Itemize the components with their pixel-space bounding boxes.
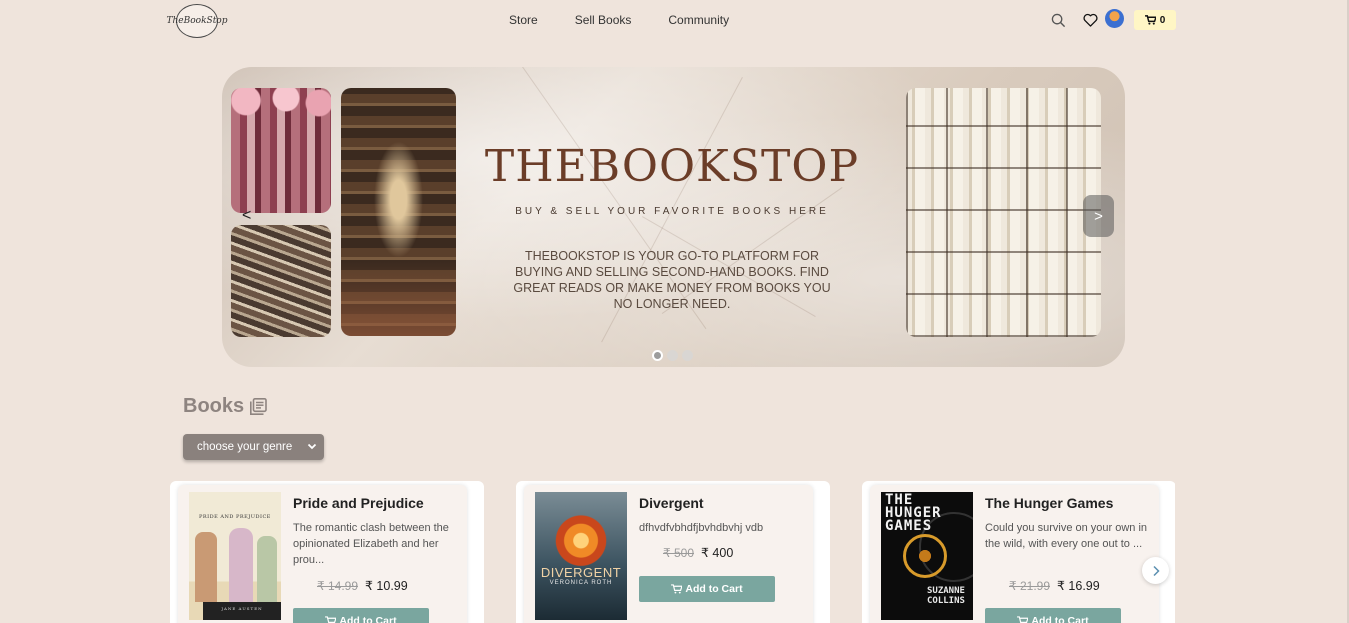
add-to-cart-label: Add to Cart (685, 583, 743, 595)
original-price: ₹ 500 (663, 546, 694, 560)
carousel-prev-button[interactable]: < (242, 207, 251, 225)
book-title[interactable]: The Hunger Games (985, 495, 1113, 511)
book-title[interactable]: Pride and Prejudice (293, 495, 424, 511)
cover-author: JANE AUSTEN (203, 602, 281, 620)
cover-illustration (229, 528, 253, 606)
books-carousel: PRIDE AND PREJUDICE JANE AUSTEN Pride an… (170, 481, 1175, 623)
book-cover[interactable]: DIVERGENT VERONICA ROTH (535, 492, 627, 620)
book-card: DIVERGENT VERONICA ROTH Divergent dfhvdf… (516, 481, 830, 623)
cover-author: VERONICA ROTH (549, 580, 613, 586)
site-logo[interactable]: TheBookStop (167, 4, 228, 38)
books-next-button[interactable] (1142, 557, 1169, 584)
add-to-cart-button[interactable]: Add to Cart (639, 576, 775, 602)
sale-price: ₹ 10.99 (365, 579, 408, 593)
hero-image-open-books (906, 88, 1101, 337)
price-row: ₹ 14.99 ₹ 10.99 (317, 578, 408, 593)
book-description: The romantic clash between the opinionat… (293, 522, 449, 566)
price-row: ₹ 500 ₹ 400 (663, 545, 733, 560)
cart-icon (1017, 616, 1029, 623)
original-price: ₹ 14.99 (317, 579, 358, 593)
carousel-dot-3[interactable] (682, 350, 693, 361)
book-cover[interactable]: PRIDE AND PREJUDICE JANE AUSTEN (189, 492, 281, 620)
hero-carousel: THEBOOKSTOP BUY & SELL YOUR FAVORITE BOO… (222, 67, 1125, 367)
hero-image-library-aisle (341, 88, 456, 336)
add-to-cart-button[interactable]: Add to Cart (293, 608, 429, 623)
books-section-title: Books (183, 395, 267, 418)
cover-title: THE HUNGER GAMES (885, 492, 942, 534)
books-list-icon (250, 398, 267, 415)
sale-price: ₹ 16.99 (1057, 579, 1100, 593)
carousel-dots (652, 350, 693, 361)
hero-description: THEBOOKSTOP IS YOUR GO-TO PLATFORM FOR B… (513, 249, 831, 311)
book-title[interactable]: Divergent (639, 495, 704, 511)
genre-select[interactable]: choose your genre (183, 434, 324, 460)
nav-link-store[interactable]: Store (509, 13, 538, 27)
chevron-right-icon (1152, 565, 1160, 576)
carousel-next-button[interactable]: > (1083, 195, 1114, 237)
book-cover[interactable]: THE HUNGER GAMES SUZANNE COLLINS (881, 492, 973, 620)
cart-icon (1144, 15, 1156, 25)
nav-link-sell-books[interactable]: Sell Books (575, 13, 632, 27)
book-description: Could you survive on your own in the wil… (985, 522, 1148, 550)
book-card-body[interactable]: PRIDE AND PREJUDICE JANE AUSTEN Pride an… (178, 485, 467, 623)
mockingjay-emblem (903, 534, 947, 578)
hero-tagline: BUY & SELL YOUR FAVORITE BOOKS HERE (515, 206, 829, 217)
price-row: ₹ 21.99 ₹ 16.99 (1009, 578, 1100, 593)
nav-links: Store Sell Books Community (509, 13, 766, 27)
heart-icon[interactable] (1081, 11, 1099, 29)
carousel-dot-2[interactable] (667, 350, 678, 361)
hero-title: THEBOOKSTOP (484, 141, 860, 192)
cart-button[interactable]: 0 (1134, 10, 1176, 30)
add-to-cart-label: Add to Cart (339, 615, 397, 623)
carousel-dot-1[interactable] (652, 350, 663, 361)
sale-price: ₹ 400 (701, 546, 734, 560)
add-to-cart-label: Add to Cart (1031, 615, 1089, 623)
cover-illustration (195, 532, 217, 602)
add-to-cart-button[interactable]: Add to Cart (985, 608, 1121, 623)
search-icon[interactable] (1049, 11, 1067, 29)
cover-title: DIVERGENT (540, 565, 622, 580)
original-price: ₹ 21.99 (1009, 579, 1050, 593)
cover-title: PRIDE AND PREJUDICE (199, 514, 271, 520)
cover-illustration (257, 536, 277, 602)
book-card-body[interactable]: DIVERGENT VERONICA ROTH Divergent dfhvdf… (524, 485, 813, 623)
user-avatar[interactable] (1105, 8, 1124, 28)
top-navbar: TheBookStop Store Sell Books Community 0 (0, 0, 1349, 42)
hero-image-book-stack (231, 225, 331, 337)
hero-image-rose-books (231, 88, 331, 213)
nav-icons: 0 (1049, 8, 1176, 31)
cart-count: 0 (1159, 14, 1166, 26)
chevron-down-icon (307, 443, 317, 450)
genre-select-value: choose your genre (197, 441, 293, 453)
book-card: PRIDE AND PREJUDICE JANE AUSTEN Pride an… (170, 481, 484, 623)
book-description: dfhvdfvbhdfjbvhdbvhj vdb (639, 522, 764, 534)
book-card: THE HUNGER GAMES SUZANNE COLLINS The Hun… (862, 481, 1175, 623)
book-card-body[interactable]: THE HUNGER GAMES SUZANNE COLLINS The Hun… (870, 485, 1159, 623)
nav-link-community[interactable]: Community (668, 13, 729, 27)
books-heading: Books (183, 395, 245, 417)
cover-author: SUZANNE COLLINS (927, 586, 965, 606)
cart-icon (671, 584, 683, 594)
cart-icon (325, 616, 337, 623)
